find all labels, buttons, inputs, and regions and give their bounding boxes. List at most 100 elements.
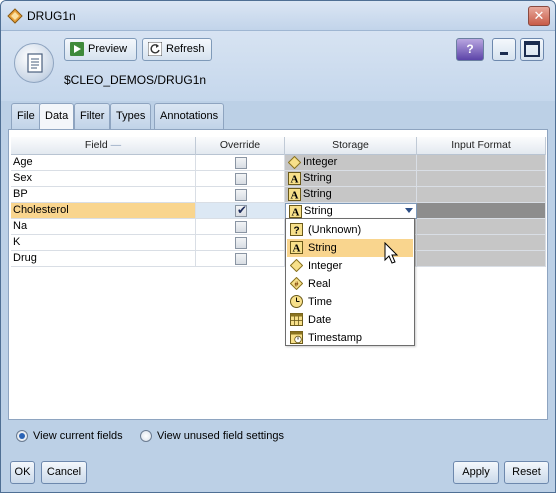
option-label: Real xyxy=(308,278,331,290)
maximize-icon xyxy=(524,41,540,57)
column-header-label: Input Format xyxy=(451,139,511,151)
input-format-cell xyxy=(417,187,546,203)
timestamp-icon xyxy=(290,331,303,344)
radio-selected[interactable] xyxy=(16,430,28,442)
override-checkbox[interactable] xyxy=(235,189,247,201)
minimize-panel-button[interactable] xyxy=(492,38,516,61)
view-unused-fields-radio[interactable]: View unused field settings xyxy=(140,429,284,445)
integer-icon xyxy=(288,156,301,169)
storage-dropdown-list: ? (Unknown) A String Integer # Real Time… xyxy=(285,218,415,346)
close-icon: ✕ xyxy=(533,8,545,23)
dropdown-option-real[interactable]: # Real xyxy=(287,275,413,293)
dropdown-option-time[interactable]: Time xyxy=(287,293,413,311)
override-cell xyxy=(196,251,285,267)
field-name-cell: Drug xyxy=(11,251,196,267)
storage-value: Integer xyxy=(303,156,338,168)
option-label: String xyxy=(308,242,337,254)
tab-file[interactable]: File xyxy=(11,103,41,129)
override-checkbox[interactable] xyxy=(235,221,247,233)
column-header-field[interactable]: Field — xyxy=(11,137,196,155)
preview-button[interactable]: Preview xyxy=(64,38,137,61)
override-checkbox[interactable] xyxy=(235,253,247,265)
data-tab-panel: Field — Override Storage Input Format Ag… xyxy=(8,129,548,420)
close-button[interactable]: ✕ xyxy=(528,6,550,26)
storage-value: String xyxy=(304,205,333,217)
ok-button[interactable]: OK xyxy=(10,461,35,484)
tab-label: Types xyxy=(116,110,146,122)
string-icon: A xyxy=(290,241,303,254)
input-format-cell xyxy=(417,203,546,219)
column-header-input-format[interactable]: Input Format xyxy=(417,137,546,155)
override-checkbox[interactable] xyxy=(235,173,247,185)
dropdown-option-date[interactable]: Date xyxy=(287,311,413,329)
button-label: Reset xyxy=(512,466,541,478)
storage-cell[interactable]: Integer xyxy=(285,155,417,171)
grid-header: Field — Override Storage Input Format xyxy=(11,137,546,155)
file-document-icon xyxy=(27,53,43,73)
mouse-pointer-icon xyxy=(384,242,399,264)
title-bar: DRUG1n ✕ xyxy=(1,1,555,31)
tab-filter[interactable]: Filter xyxy=(74,103,111,129)
field-name-cell: Cholesterol xyxy=(11,203,196,219)
column-header-storage[interactable]: Storage xyxy=(285,137,417,155)
tab-label: Data xyxy=(45,110,69,122)
button-label: OK xyxy=(14,466,31,478)
dropdown-option-unknown[interactable]: ? (Unknown) xyxy=(287,221,413,239)
svg-text:A: A xyxy=(291,190,299,202)
real-icon: # xyxy=(290,277,303,290)
tab-annotations[interactable]: Annotations xyxy=(154,103,225,129)
minimize-icon xyxy=(500,52,508,55)
source-node-icon xyxy=(14,43,54,83)
help-icon: ? xyxy=(466,42,474,56)
chevron-down-icon[interactable] xyxy=(405,208,413,213)
override-checkbox[interactable] xyxy=(235,237,247,249)
storage-cell[interactable]: A String xyxy=(285,187,417,203)
override-cell xyxy=(196,187,285,203)
column-header-label: Override xyxy=(219,139,261,151)
column-header-override[interactable]: Override xyxy=(196,137,285,155)
refresh-button[interactable]: Refresh xyxy=(142,38,212,61)
override-checkbox[interactable] xyxy=(235,157,247,169)
preview-play-icon xyxy=(70,42,84,56)
input-format-cell xyxy=(417,219,546,235)
input-format-cell xyxy=(417,171,546,187)
window-title: DRUG1n xyxy=(27,9,76,23)
column-header-label: Field xyxy=(84,139,108,151)
storage-combo[interactable]: A String xyxy=(285,203,417,219)
string-icon: A xyxy=(289,205,302,218)
radio-unselected[interactable] xyxy=(140,430,152,442)
button-label: Cancel xyxy=(46,466,82,478)
help-button[interactable]: ? xyxy=(456,38,484,61)
option-label: Time xyxy=(308,296,333,308)
override-cell xyxy=(196,235,285,251)
override-checkbox-checked[interactable] xyxy=(235,203,247,218)
option-label: Date xyxy=(308,314,332,326)
cancel-button[interactable]: Cancel xyxy=(41,461,87,484)
time-icon xyxy=(290,295,303,308)
tab-types[interactable]: Types xyxy=(110,103,152,129)
field-name-cell: Na xyxy=(11,219,196,235)
maximize-panel-button[interactable] xyxy=(520,38,544,61)
input-format-cell xyxy=(417,251,546,267)
dropdown-option-timestamp[interactable]: Timestamp xyxy=(287,329,413,347)
tab-data[interactable]: Data xyxy=(39,103,75,130)
radio-label: View current fields xyxy=(33,430,123,442)
unknown-icon: ? xyxy=(290,223,303,236)
column-header-label: Storage xyxy=(332,139,369,151)
storage-cell[interactable]: A String xyxy=(285,171,417,187)
reset-button[interactable]: Reset xyxy=(504,461,549,484)
field-name-cell: Age xyxy=(11,155,196,171)
svg-text:A: A xyxy=(292,207,300,219)
string-icon: A xyxy=(288,172,301,185)
refresh-icon xyxy=(148,42,162,56)
storage-value: String xyxy=(303,172,332,184)
date-icon xyxy=(290,313,303,326)
svg-text:?: ? xyxy=(293,226,299,237)
view-current-fields-radio[interactable]: View current fields xyxy=(16,429,123,445)
apply-button[interactable]: Apply xyxy=(453,461,499,484)
svg-text:A: A xyxy=(293,243,301,255)
source-path: $CLEO_DEMOS/DRUG1n xyxy=(64,73,207,87)
input-format-cell xyxy=(417,155,546,171)
sort-icon: — xyxy=(110,139,122,151)
option-label: Integer xyxy=(308,260,343,272)
